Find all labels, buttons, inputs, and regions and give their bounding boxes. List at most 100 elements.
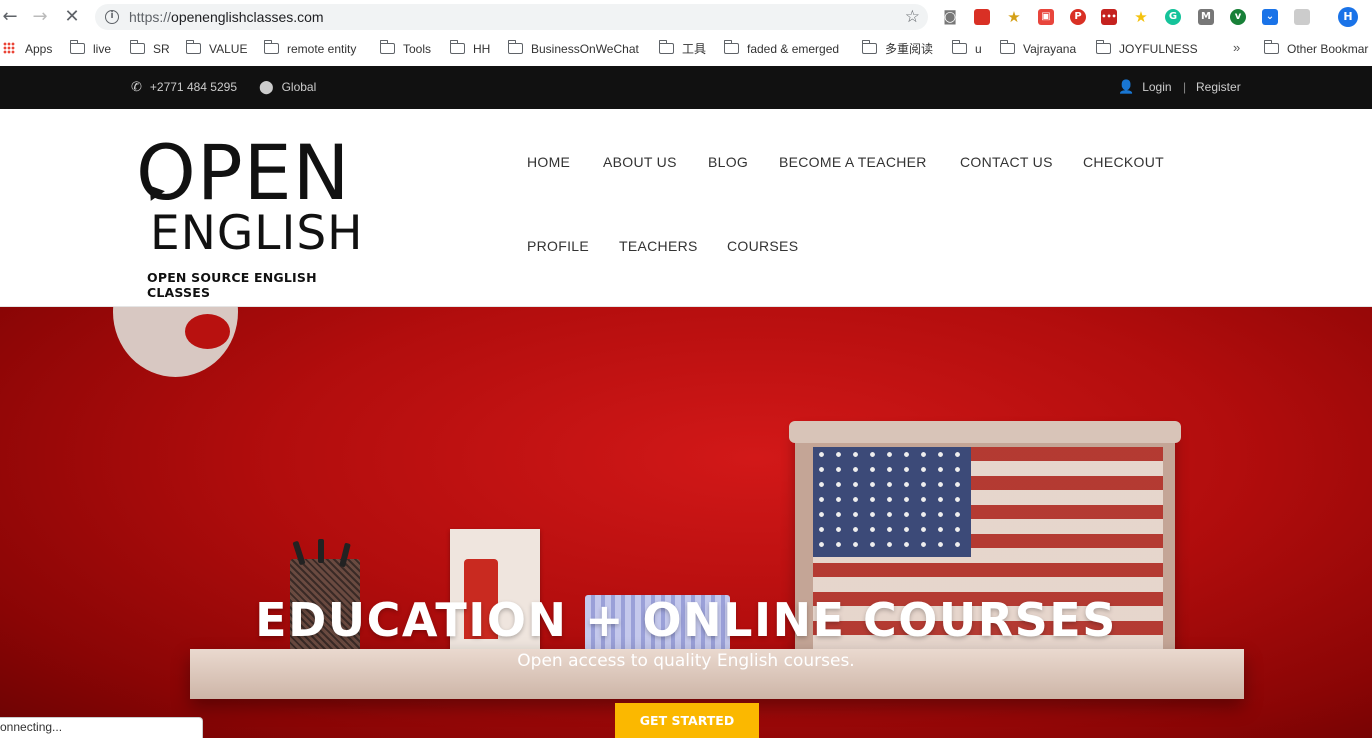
wall-lamp-shadow	[185, 314, 230, 349]
profile-avatar-icon[interactable]: H	[1338, 7, 1358, 27]
logo-open-text: OPEN	[136, 128, 351, 217]
grid-extension-icon[interactable]: •••	[1101, 9, 1117, 25]
nav-profile[interactable]: PROFILE	[527, 238, 589, 254]
site-logo[interactable]: OPEN ENGLISH OPEN SOURCE ENGLISH CLASSES	[136, 128, 363, 300]
folder-icon	[69, 40, 85, 54]
star-extension-icon[interactable]: ★	[1006, 9, 1022, 25]
bookmark-label: live	[93, 42, 112, 56]
bookmark-label: remote entity	[287, 42, 357, 56]
location-info: ⬤ Global	[259, 79, 316, 96]
bookmark-label: Tools	[403, 42, 432, 56]
bookmark-label: JOYFULNESS	[1119, 42, 1198, 56]
phone-icon: ✆	[131, 80, 142, 95]
nav-contact-us[interactable]: CONTACT US	[960, 154, 1053, 170]
bookmark-folder[interactable]: 多重阅读	[861, 40, 934, 57]
nav-checkout[interactable]: CHECKOUT	[1083, 154, 1164, 170]
bookmark-folder[interactable]: 工具	[658, 40, 707, 57]
url-protocol: https://	[129, 9, 172, 25]
box-rim	[789, 421, 1181, 443]
bookmark-other[interactable]: Other Bookmar	[1263, 40, 1369, 57]
bookmark-label: Other Bookmar	[1287, 42, 1369, 56]
grammarly-extension-icon[interactable]: G	[1165, 9, 1181, 25]
bookmark-folder[interactable]: remote entity	[263, 40, 357, 57]
bookmark-folder[interactable]: VALUE	[185, 40, 248, 57]
bookmark-label: Vajrayana	[1023, 42, 1077, 56]
nav-about-us[interactable]: ABOUT US	[603, 154, 677, 170]
login-link[interactable]: 👤 Login	[1118, 79, 1172, 96]
logo-english-text: ENGLISH	[150, 206, 364, 261]
login-label: Login	[1142, 80, 1172, 94]
phone-contact[interactable]: ✆ +2771 484 5295	[131, 79, 237, 96]
bookmark-folder[interactable]: u	[951, 40, 982, 57]
register-label: Register	[1196, 80, 1241, 94]
hero-title: EDUCATION + ONLINE COURSES	[255, 593, 1117, 647]
gift-extension-icon[interactable]: ▣	[1038, 9, 1054, 25]
bookmark-label: 多重阅读	[885, 42, 934, 56]
profile-initial: H	[1343, 10, 1353, 23]
pen-image	[318, 539, 324, 563]
bookmark-label: 工具	[682, 42, 707, 56]
bookmark-folder[interactable]: Tools	[379, 40, 432, 57]
folder-icon	[379, 40, 395, 54]
address-bar[interactable]: i https://openenglishclasses.com ☆	[95, 4, 928, 30]
bookmark-label: faded & emerged	[747, 42, 840, 56]
bookmark-folder[interactable]: live	[69, 40, 112, 57]
bookmark-label: SR	[153, 42, 170, 56]
bookmark-folder[interactable]: BusinessOnWeChat	[507, 40, 639, 57]
stop-loading-icon[interactable]: ✕	[62, 7, 82, 27]
camera-extension-icon[interactable]: ◙	[942, 9, 958, 25]
nav-become-a-teacher[interactable]: BECOME A TEACHER	[779, 154, 927, 170]
location-label: Global	[281, 80, 317, 94]
folder-icon	[449, 40, 465, 54]
site-info-icon[interactable]: i	[105, 10, 119, 24]
bookmark-label: u	[975, 42, 982, 56]
green-extension-icon[interactable]: v	[1230, 9, 1246, 25]
pocket-extension-icon[interactable]: ⌄	[1262, 9, 1278, 25]
topbar-separator: |	[1183, 80, 1187, 94]
forward-arrow-icon[interactable]: →	[30, 7, 50, 27]
nav-home[interactable]: HOME	[527, 154, 570, 170]
bookmark-folder[interactable]: Vajrayana	[999, 40, 1077, 57]
bookmark-star-icon[interactable]: ☆	[905, 7, 920, 27]
folder-icon	[1095, 40, 1111, 54]
logo-tagline: OPEN SOURCE ENGLISH CLASSES	[147, 270, 317, 300]
hero-subtitle: Open access to quality English courses.	[517, 651, 855, 671]
folder-icon	[263, 40, 279, 54]
bookmark-folder[interactable]: HH	[449, 40, 491, 57]
bookmark-label: HH	[473, 42, 491, 56]
pinterest-extension-icon[interactable]: P	[1070, 9, 1086, 25]
profile-card-extension-icon[interactable]	[1294, 9, 1310, 25]
bookmark-label: VALUE	[209, 42, 248, 56]
bookmark-label: BusinessOnWeChat	[531, 42, 639, 56]
bookmarks-overflow-chevron-icon[interactable]: »	[1233, 40, 1240, 55]
m-extension-icon[interactable]: M	[1198, 9, 1214, 25]
flag-canton	[813, 447, 971, 557]
bookmark-folder[interactable]: JOYFULNESS	[1095, 40, 1198, 57]
yellow-star-extension-icon[interactable]: ★	[1133, 9, 1149, 25]
apps-grid-icon	[3, 42, 15, 54]
bookmark-apps[interactable]: Apps	[3, 41, 52, 57]
get-started-button[interactable]: GET STARTED	[615, 703, 759, 738]
bookmark-folder[interactable]: SR	[129, 40, 170, 57]
hero-banner: EDUCATION + ONLINE COURSES Open access t…	[0, 307, 1372, 738]
nav-blog[interactable]: BLOG	[708, 154, 748, 170]
back-arrow-icon[interactable]: ←	[0, 7, 20, 27]
nav-courses[interactable]: COURSES	[727, 238, 798, 254]
nav-teachers[interactable]: TEACHERS	[619, 238, 698, 254]
folder-icon	[861, 40, 877, 54]
folder-icon	[999, 40, 1015, 54]
folder-icon	[723, 40, 739, 54]
register-link[interactable]: Register	[1196, 79, 1241, 95]
map-pin-icon: ⬤	[259, 80, 274, 95]
url-text[interactable]: https://openenglishclasses.com	[129, 9, 324, 25]
bookmarks-bar: Apps live SR VALUE remote entity Tools H…	[0, 34, 1372, 64]
url-host: openenglishclasses.com	[171, 9, 324, 25]
site-header: OPEN ENGLISH OPEN SOURCE ENGLISH CLASSES…	[0, 109, 1372, 307]
browser-status-bubble: onnecting...	[0, 717, 203, 738]
folder-icon	[658, 40, 674, 54]
red-book-extension-icon[interactable]	[974, 9, 990, 25]
folder-icon	[185, 40, 201, 54]
folder-icon	[129, 40, 145, 54]
bookmark-folder[interactable]: faded & emerged	[723, 40, 840, 57]
folder-icon	[507, 40, 523, 54]
